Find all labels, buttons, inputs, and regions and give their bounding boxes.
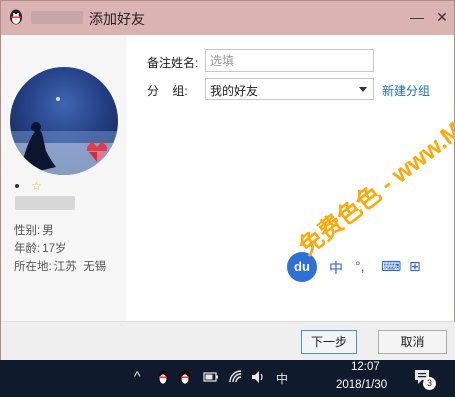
clock-date[interactable]: 2018/1/30	[336, 379, 387, 391]
close-button[interactable]: ✕	[432, 7, 452, 27]
taskbar: ^ 中 12:07 2018/1/30 3	[0, 360, 455, 397]
qq-tray-icon[interactable]	[156, 369, 170, 385]
new-group-link[interactable]: 新建分组	[382, 82, 430, 99]
dropdown-arrow-icon	[359, 87, 367, 92]
location-value: 江苏 无锡	[53, 261, 107, 273]
blurred-nickname	[15, 196, 75, 210]
location-label: 所在地:	[14, 261, 52, 273]
vip-crown-icon	[87, 141, 107, 162]
dialog-footer: 下一步 取消	[1, 321, 455, 361]
gender-value: 男	[42, 225, 54, 237]
star-icon: ☆	[31, 179, 42, 193]
qq-penguin-icon	[10, 9, 22, 25]
ime-keyboard-icon[interactable]: ⌨	[381, 258, 401, 275]
notification-count-badge: 3	[423, 377, 436, 390]
profile-panel: ☆ 性别: 男 年龄: 17岁 所在地: 江苏 无锡	[1, 35, 126, 325]
group-select-value: 我的好友	[210, 84, 259, 98]
tray-ime-language[interactable]: 中	[276, 370, 288, 387]
title-bar[interactable]: 添加好友 — ✕	[1, 1, 454, 35]
ime-language-toggle[interactable]: 中	[329, 258, 343, 278]
qq-tray-icon-2[interactable]	[178, 369, 192, 385]
gender-label: 性别:	[14, 225, 41, 237]
age-label: 年龄:	[14, 243, 41, 255]
window-title: 添加好友	[89, 11, 145, 27]
volume-icon[interactable]	[250, 369, 266, 385]
age-row: 年龄: 17岁	[14, 240, 67, 256]
location-row: 所在地: 江苏 无锡	[14, 258, 106, 274]
blurred-title-prefix	[31, 11, 83, 24]
remark-label: 备注姓名:	[147, 56, 199, 70]
group-select[interactable]: 我的好友	[205, 78, 374, 100]
ime-toolbox-icon[interactable]: ⊞	[409, 258, 421, 275]
minimize-button[interactable]: —	[407, 7, 427, 27]
battery-icon[interactable]	[203, 369, 219, 385]
avatar[interactable]	[10, 67, 118, 175]
age-value: 17岁	[42, 243, 67, 255]
cancel-button[interactable]: 取消	[378, 330, 447, 354]
ime-punctuation-toggle[interactable]: °,	[355, 258, 365, 274]
gender-row: 性别: 男	[14, 222, 54, 238]
group-label: 分 组:	[147, 84, 188, 98]
online-status-dot	[15, 184, 19, 188]
wifi-icon[interactable]	[228, 369, 244, 385]
next-button[interactable]: 下一步	[301, 330, 357, 354]
remark-input[interactable]	[205, 49, 374, 72]
show-hidden-icons-chevron[interactable]: ^	[134, 368, 141, 384]
clock-time[interactable]: 12:07	[351, 361, 380, 373]
